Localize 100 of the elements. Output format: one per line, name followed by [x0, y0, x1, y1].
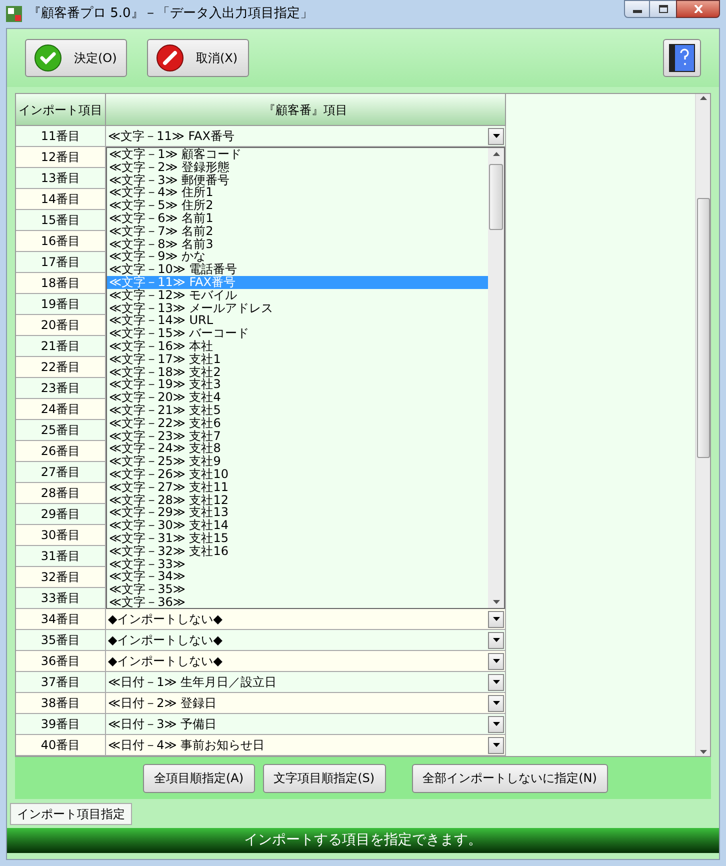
dropdown-option[interactable]: ≪文字－5≫ 住所2 [107, 199, 488, 212]
row-label: 34番目 [16, 609, 106, 630]
row-label: 32番目 [16, 567, 106, 588]
dropdown-option[interactable]: ≪文字－25≫ 支社9 [107, 455, 488, 468]
dropdown-option[interactable]: ≪文字－29≫ 支社13 [107, 506, 488, 520]
dropdown-option[interactable]: ≪文字－13≫ メールアドレス [107, 302, 488, 314]
caret-icon [492, 722, 500, 726]
row-label: 14番目 [16, 189, 106, 210]
row-label: 35番目 [16, 630, 106, 651]
maximize-button[interactable] [650, 0, 676, 18]
row-label: 29番目 [16, 504, 106, 525]
row-label: 20番目 [16, 315, 106, 336]
no-entry-icon [156, 44, 184, 72]
dropdown-option[interactable]: ≪文字－3≫ 郵便番号 [107, 174, 488, 186]
dropdown-option[interactable]: ≪文字－27≫ 支社11 [107, 480, 488, 494]
confirm-button[interactable]: 決定(O) [25, 39, 127, 77]
dropdown-option[interactable]: ≪文字－31≫ 支社15 [107, 532, 488, 545]
dropdown-button[interactable] [488, 632, 504, 648]
dropdown-option[interactable]: ≪文字－2≫ 登録形態 [107, 160, 488, 174]
row-label: 16番目 [16, 231, 106, 252]
item-select[interactable]: ≪日付－3≫ 予備日 [106, 714, 505, 734]
scrollbar-thumb[interactable] [489, 164, 503, 230]
dropdown-option[interactable]: ≪文字－33≫ [107, 558, 488, 570]
dropdown-option[interactable]: ≪文字－4≫ 住所1 [107, 186, 488, 200]
row-label: 27番目 [16, 462, 106, 483]
tab[interactable]: インポート項目指定 [10, 803, 132, 825]
dropdown-option[interactable]: ≪文字－32≫ 支社16 [107, 544, 488, 558]
help-book-icon [669, 44, 695, 72]
scroll-up-icon [492, 152, 500, 156]
dropdown-option[interactable]: ≪文字－19≫ 支社3 [107, 378, 488, 392]
row-label: 40番目 [16, 735, 106, 756]
window-title: 『顧客番プロ 5.0』－「データ入出力項目指定」 [28, 5, 313, 24]
dropdown-button[interactable] [488, 694, 504, 712]
dropdown-option[interactable]: ≪文字－8≫ 名前3 [107, 238, 488, 250]
dropdown-button[interactable] [488, 736, 504, 754]
column-header: インポート項目 [16, 94, 106, 126]
row-label: 24番目 [16, 399, 106, 420]
dropdown-option[interactable]: ≪文字－18≫ 支社2 [107, 366, 488, 378]
item-select[interactable]: ≪日付－2≫ 登録日 [106, 693, 505, 713]
list-scrollbar[interactable] [488, 148, 504, 608]
dropdown-option[interactable]: ≪文字－20≫ 支社4 [107, 391, 488, 404]
action-button[interactable]: 全項目順指定(A) [143, 764, 255, 792]
dropdown-button[interactable] [488, 716, 504, 732]
vertical-scrollbar[interactable] [695, 94, 710, 756]
row-label: 17番目 [16, 252, 106, 273]
minimize-icon [632, 10, 642, 13]
status-bar: インポートする項目を指定できます。 [7, 828, 719, 853]
action-button[interactable]: 文字項目順指定(S) [262, 764, 386, 792]
dropdown-option[interactable]: ≪文字－23≫ 支社7 [107, 430, 488, 442]
dropdown-button[interactable] [488, 674, 504, 690]
dropdown-option[interactable]: ≪文字－6≫ 名前1 [107, 212, 488, 225]
dropdown-option[interactable]: ≪文字－35≫ [107, 583, 488, 596]
item-select[interactable]: ◆インポートしない◆ [106, 630, 505, 650]
scrollbar-thumb[interactable] [696, 198, 710, 458]
dropdown-option[interactable]: ≪文字－26≫ 支社10 [107, 468, 488, 481]
item-select[interactable]: ≪日付－1≫ 生年月日／設立日 [106, 672, 505, 692]
dropdown-option[interactable]: ≪文字－1≫ 顧客コード [107, 148, 488, 161]
dropdown-option[interactable]: ≪文字－14≫ URL [107, 314, 488, 328]
dropdown-button[interactable] [488, 652, 504, 670]
item-select[interactable]: ≪日付－4≫ 事前お知らせ日 [106, 735, 505, 755]
row-label: 12番目 [16, 147, 106, 168]
cancel-button[interactable]: 取消(X) [147, 39, 249, 77]
caret-icon [492, 638, 500, 642]
dropdown-option[interactable]: ≪文字－12≫ モバイル [107, 288, 488, 302]
dropdown-option[interactable]: ≪文字－16≫ 本社 [107, 340, 488, 353]
row-label: 22番目 [16, 357, 106, 378]
dropdown-option[interactable]: ≪文字－17≫ 支社1 [107, 352, 488, 366]
help-button[interactable] [663, 39, 701, 77]
dropdown-option[interactable]: ≪文字－7≫ 名前2 [107, 224, 488, 238]
caret-icon [492, 680, 500, 684]
dropdown-button[interactable] [488, 128, 504, 144]
app-icon [6, 6, 22, 22]
row-label: 26番目 [16, 441, 106, 462]
row-label: 36番目 [16, 651, 106, 672]
row-label: 21番目 [16, 336, 106, 357]
caret-icon [492, 134, 500, 138]
action-button[interactable]: 全部インポートしないに指定(N) [412, 764, 608, 792]
row-label: 28番目 [16, 483, 106, 504]
row-label: 23番目 [16, 378, 106, 399]
dropdown-option[interactable]: ≪文字－22≫ 支社6 [107, 416, 488, 430]
item-select[interactable]: ≪文字－11≫ FAX番号 [106, 126, 505, 146]
dropdown-option[interactable]: ≪文字－9≫ かな [107, 250, 488, 264]
item-select[interactable]: ◆インポートしない◆ [106, 609, 505, 629]
dropdown-option[interactable]: ≪文字－30≫ 支社14 [107, 519, 488, 532]
item-select[interactable]: ◆インポートしない◆ [106, 651, 505, 671]
dropdown-option[interactable]: ≪文字－21≫ 支社5 [107, 404, 488, 417]
dropdown-option[interactable]: ≪文字－15≫ バーコード [107, 327, 488, 340]
row-label: 30番目 [16, 525, 106, 546]
dropdown-option[interactable]: ≪文字－28≫ 支社12 [107, 494, 488, 506]
dropdown-option[interactable]: ≪文字－24≫ 支社8 [107, 442, 488, 456]
checkmark-icon [34, 44, 62, 72]
row-label: 33番目 [16, 588, 106, 609]
scroll-down-icon [492, 600, 500, 604]
close-button[interactable] [676, 0, 720, 18]
dropdown-option[interactable]: ≪文字－10≫ 電話番号 [107, 263, 488, 276]
row-label: 25番目 [16, 420, 106, 441]
dropdown-option[interactable]: ≪文字－36≫ [107, 596, 488, 609]
minimize-button[interactable] [624, 0, 650, 18]
dropdown-button[interactable] [488, 610, 504, 628]
dropdown-option[interactable]: ≪文字－34≫ [107, 570, 488, 584]
